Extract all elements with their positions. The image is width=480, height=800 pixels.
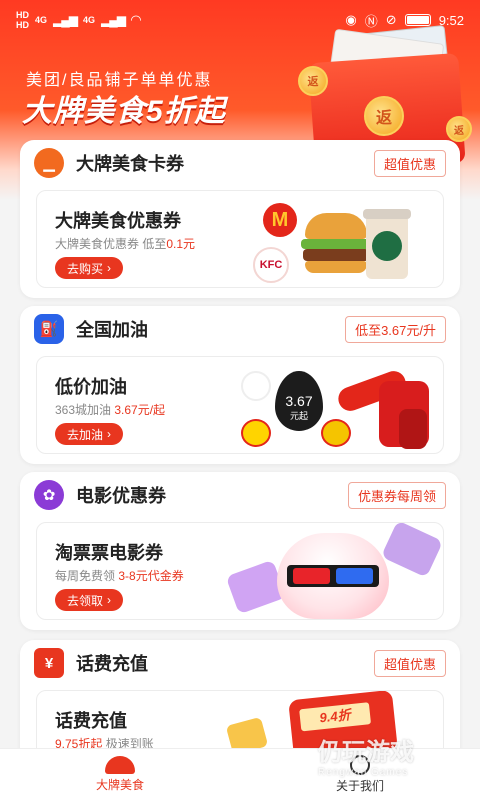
card-header: ¥ 话费充值 超值优惠 [20, 640, 460, 686]
signal-icon-1: ▂▄▆ [53, 13, 78, 27]
film-strip-image [380, 523, 443, 578]
coupon-panel[interactable]: 大牌美食优惠券 大牌美食优惠券 低至0.1元 去购买 › M KFC [36, 190, 444, 288]
status-left: HD HD 4G ▂▄▆ 4G ▂▄▆ ◠ [16, 10, 141, 30]
movie-panel[interactable]: 淘票票电影券 每周免费领 3-8元代金券 去领取 › [36, 522, 444, 620]
nav-food-label: 大牌美食 [95, 778, 144, 792]
chevron-right-icon: › [107, 427, 112, 441]
nav-food[interactable]: 大牌美食 [0, 749, 240, 800]
price-bubble-unit: 元起 [289, 411, 308, 421]
card-header: ▁ 大牌美食卡券 超值优惠 [20, 140, 460, 186]
eye-icon: ◉ [345, 12, 357, 27]
mcdonalds-logo: M [263, 203, 297, 237]
coin-label: 返 [375, 110, 392, 127]
card-badge[interactable]: 超值优惠 [373, 149, 446, 177]
fuel-nozzle-image [335, 365, 441, 453]
coin-icon: 返 [298, 66, 328, 96]
food-cover-icon [105, 756, 135, 774]
item-desc: 每周免费领 3-8元代金券 [55, 567, 184, 584]
network-2: 4G [82, 15, 95, 25]
price-bubble-value: 3.67 [285, 393, 313, 409]
film-reel-icon: ✿ [34, 480, 64, 510]
card-badge[interactable]: 优惠券每周领 [347, 481, 446, 509]
coin-label: 返 [454, 125, 464, 137]
mascot-image [277, 533, 389, 619]
buy-button-label: 去购买 [67, 261, 104, 276]
card-title: 大牌美食卡券 [76, 154, 184, 174]
buy-button[interactable]: 去购买 › [55, 257, 124, 279]
coin-icon: 返 [446, 116, 472, 142]
item-desc-highlight: 3.67元/起 [114, 403, 166, 417]
3d-glasses-image [287, 565, 379, 587]
item-title: 大牌美食优惠券 [55, 211, 181, 231]
item-desc: 大牌美食优惠券 低至0.1元 [55, 235, 195, 252]
chevron-right-icon: › [107, 261, 112, 275]
burger-image [301, 213, 371, 277]
item-desc-text: 363城加油 [55, 403, 115, 417]
item-desc-text: 大牌美食优惠券 低至 [55, 237, 167, 251]
kfc-logo: KFC [253, 247, 289, 283]
item-desc-text: 每周免费领 [55, 569, 119, 583]
refuel-button-label: 去加油 [67, 427, 104, 442]
hd-label-2: HD [16, 20, 29, 30]
mcdonalds-logo-text: M [271, 208, 289, 231]
card-fuel: ⛽ 全国加油 低至3.67元/升 低价加油 363城加油 3.67元/起 去加油… [20, 306, 460, 464]
watermark-sub: Rengwan Games [318, 767, 409, 778]
network-1: 4G [35, 15, 48, 25]
chevron-right-icon: › [107, 593, 112, 607]
refuel-button[interactable]: 去加油 › [55, 423, 124, 445]
hero-title: 大牌美食5折起 [22, 95, 226, 128]
price-drop-bubble: 3.67 元起 [275, 371, 323, 431]
claim-button[interactable]: 去领取 › [55, 589, 124, 611]
coin-label: 返 [307, 76, 319, 88]
item-title: 淘票票电影券 [55, 543, 163, 563]
nfc-icon: Ⓝ [364, 13, 378, 29]
coffee-cup-image [363, 209, 411, 279]
mute-icon: ⊘ [385, 12, 397, 27]
card-title: 全国加油 [76, 320, 148, 340]
yen-icon: ¥ [34, 648, 64, 678]
signal-icon-2: ▂▄▆ [101, 13, 126, 27]
card-header: ⛽ 全国加油 低至3.67元/升 [20, 306, 460, 352]
card-badge[interactable]: 低至3.67元/升 [345, 315, 446, 343]
card-movie: ✿ 电影优惠券 优惠券每周领 淘票票电影券 每周免费领 3-8元代金券 去领取 › [20, 472, 460, 630]
card-food-coupons: ▁ 大牌美食卡券 超值优惠 大牌美食优惠券 大牌美食优惠券 低至0.1元 去购买… [20, 140, 460, 298]
promo-label: 9.4折 [299, 702, 372, 732]
item-desc-highlight: 0.1元 [166, 237, 196, 251]
dish-icon: ▁ [34, 148, 64, 178]
claim-button-label: 去领取 [67, 593, 104, 608]
item-desc-highlight: 3-8元代金券 [118, 569, 184, 583]
card-title: 电影优惠券 [76, 486, 166, 506]
item-desc: 363城加油 3.67元/起 [55, 401, 165, 418]
card-title: 话费充值 [76, 654, 148, 674]
status-right: ◉ Ⓝ ⊘ 9:52 [345, 11, 464, 30]
wifi-icon: ◠ [130, 12, 141, 27]
nav-about-label: 关于我们 [335, 779, 384, 793]
battery-icon [404, 14, 431, 26]
hd-indicator: HD HD [16, 10, 29, 30]
watermark: 仍玩游戏 Rengwan Games [318, 732, 414, 778]
shell-logo [241, 419, 271, 447]
card-badge[interactable]: 超值优惠 [373, 649, 446, 677]
card-header: ✿ 电影优惠券 优惠券每周领 [20, 472, 460, 518]
watermark-title: 仍玩游戏 [318, 739, 414, 766]
sinopec-logo [241, 371, 271, 401]
fuel-panel[interactable]: 低价加油 363城加油 3.67元/起 去加油 › 3.67 元起 [36, 356, 444, 454]
fuel-icon: ⛽ [34, 314, 64, 344]
hd-label-1: HD [16, 10, 29, 20]
item-title: 话费充值 [55, 711, 127, 731]
coin-icon: 返 [364, 96, 404, 136]
kfc-logo-text: KFC [259, 259, 283, 271]
item-title: 低价加油 [55, 377, 127, 397]
